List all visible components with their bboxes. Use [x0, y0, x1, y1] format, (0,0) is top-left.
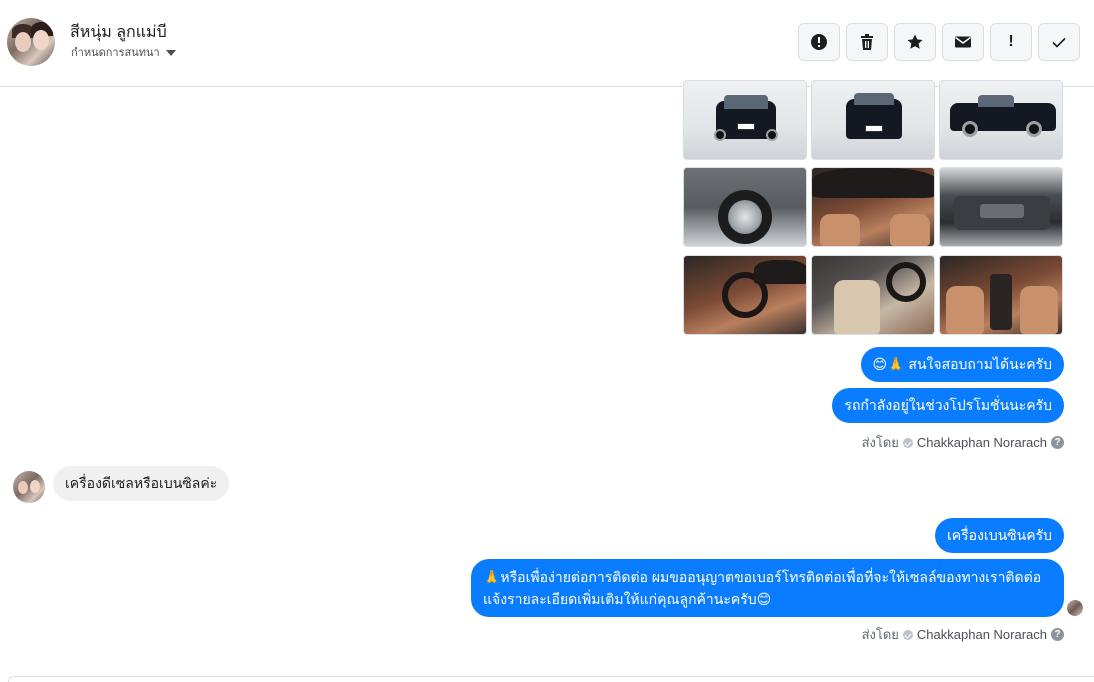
report-spam-button[interactable] [798, 23, 840, 61]
caret-down-icon [165, 49, 176, 56]
help-icon[interactable]: ? [1051, 628, 1064, 641]
star-icon [907, 34, 923, 49]
sender-name[interactable]: Chakkaphan Norarach [917, 435, 1047, 450]
sent-by-info: ส่งโดย Chakkaphan Norarach ? [862, 432, 1064, 453]
exclamation-icon: ! [1008, 33, 1014, 50]
sent-by-info: ส่งโดย Chakkaphan Norarach ? [862, 624, 1064, 645]
sent-by-prefix: ส่งโดย [861, 627, 899, 642]
assign-label: กำหนดการสนทนา [71, 47, 160, 59]
envelope-icon [955, 36, 971, 48]
car-photo-interior-seats[interactable] [811, 255, 935, 335]
outgoing-message[interactable]: รถกำลังอยู่ในช่วงโปรโมชั่นนะครับ [832, 388, 1064, 423]
car-photo-dashboard[interactable] [811, 167, 935, 247]
sender-name[interactable]: Chakkaphan Norarach [917, 627, 1047, 642]
outgoing-message[interactable]: เครื่องเบนซินครับ [935, 518, 1064, 553]
mark-unread-button[interactable] [942, 23, 984, 61]
seen-by-avatar [1067, 600, 1083, 616]
car-photo-wheel[interactable] [683, 167, 807, 247]
car-photo-side[interactable] [939, 80, 1063, 160]
verified-check-icon [902, 629, 913, 640]
alert-circle-icon [811, 34, 827, 50]
help-icon[interactable]: ? [1051, 436, 1064, 449]
verified-check-icon [902, 437, 913, 448]
car-photo-interior-driver[interactable] [683, 255, 807, 335]
conversation-toolbar: ! [798, 23, 1080, 61]
contact-name[interactable]: สีหนุ่ม ลูกแม่บี [70, 20, 167, 45]
car-photo-interior-console[interactable] [939, 255, 1063, 335]
messenger-conversation: สีหนุ่ม ลูกแม่บี กำหนดการสนทนา ! 😊🙏 สนใจ… [0, 0, 1094, 682]
contact-avatar[interactable] [7, 18, 55, 66]
car-photo-rear[interactable] [811, 80, 935, 160]
car-photo-engine[interactable] [939, 167, 1063, 247]
conversation-header: สีหนุ่ม ลูกแม่บี กำหนดการสนทนา ! [0, 0, 1094, 87]
trash-icon [861, 34, 873, 50]
outgoing-message[interactable]: 🙏หรือเพื่อง่ายต่อการติดต่อ ผมขออนุญาตขอเ… [471, 559, 1064, 617]
message-composer[interactable] [8, 676, 1094, 682]
car-photo-front[interactable] [683, 80, 807, 160]
contact-avatar-small[interactable] [13, 471, 45, 503]
incoming-message[interactable]: เครื่องดีเซลหรือเบนซิลค่ะ [53, 466, 230, 501]
outgoing-message[interactable]: 😊🙏 สนใจสอบถามได้นะครับ [860, 347, 1064, 382]
assign-conversation-dropdown[interactable]: กำหนดการสนทนา [71, 43, 176, 61]
delete-button[interactable] [846, 23, 888, 61]
follow-up-button[interactable]: ! [990, 23, 1032, 61]
star-button[interactable] [894, 23, 936, 61]
sent-by-prefix: ส่งโดย [861, 435, 899, 450]
mark-done-button[interactable] [1038, 23, 1080, 61]
checkmark-icon [1052, 37, 1066, 48]
